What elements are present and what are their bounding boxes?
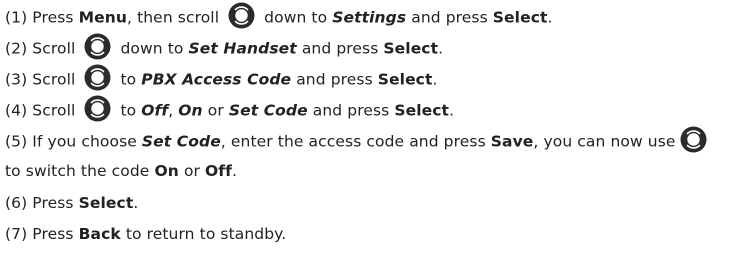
key-select: Select: [383, 39, 439, 58]
punctuation: ,: [168, 101, 174, 120]
step-number: (7): [5, 225, 28, 243]
option-set-code: Set Code: [228, 101, 308, 120]
step-text: Press: [32, 194, 74, 212]
scroll-navigation-key-icon: [680, 126, 707, 153]
step-text: Press: [32, 8, 74, 27]
step-4: (4) Scroll to Off, On or Set Code and pr…: [5, 95, 455, 122]
step-1: (1) Press Menu, then scroll down to Sett…: [5, 2, 553, 29]
key-select: Select: [492, 8, 548, 27]
step-number: (5): [5, 132, 28, 151]
step-2: (2) Scroll down to Set Handset and press…: [5, 33, 444, 60]
step-text: , enter the access code and press: [220, 132, 486, 151]
step-text: Press: [32, 225, 74, 243]
step-text: and press: [312, 101, 390, 120]
scroll-navigation-key-icon: [84, 95, 111, 122]
punctuation: .: [449, 101, 455, 120]
key-save: Save: [490, 132, 534, 151]
option-off: Off: [205, 162, 232, 180]
step-3: (3) Scroll to PBX Access Code and press …: [5, 64, 438, 91]
menu-set-handset: Set Handset: [188, 39, 297, 58]
scroll-navigation-key-icon: [84, 64, 111, 91]
punctuation: .: [547, 8, 553, 27]
menu-settings: Settings: [332, 8, 407, 27]
option-set-code: Set Code: [141, 132, 221, 151]
step-text: to: [120, 101, 137, 120]
step-5-continued: to switch the code On or Off.: [5, 161, 237, 181]
menu-pbx-access-code: PBX Access Code: [141, 70, 292, 89]
key-select: Select: [78, 194, 134, 212]
step-text: and press: [296, 70, 373, 89]
instructions-page: (1) Press Menu, then scroll down to Sett…: [0, 0, 735, 275]
step-number: (4): [5, 101, 28, 120]
step-text: , you can now use: [533, 132, 676, 151]
key-menu: Menu: [78, 8, 128, 27]
step-number: (3): [5, 70, 28, 89]
step-text: Scroll: [32, 70, 76, 89]
step-text: , then scroll: [127, 8, 220, 27]
step-text: or: [207, 101, 224, 120]
step-text: and press: [411, 8, 488, 27]
step-text: or: [183, 162, 200, 180]
step-5: (5) If you choose Set Code, enter the ac…: [5, 126, 711, 153]
step-text: down to: [120, 39, 184, 58]
option-on: On: [154, 162, 179, 180]
step-text: to switch the code: [5, 162, 150, 180]
step-number: (2): [5, 39, 28, 58]
punctuation: .: [432, 70, 438, 89]
step-text: Scroll: [32, 39, 76, 58]
punctuation: .: [438, 39, 444, 58]
key-select: Select: [377, 70, 433, 89]
key-back: Back: [78, 225, 121, 243]
step-7: (7) Press Back to return to standby.: [5, 224, 286, 244]
step-text: and press: [301, 39, 379, 58]
step-text: Scroll: [32, 101, 76, 120]
punctuation: .: [133, 194, 139, 212]
step-text: to: [120, 70, 137, 89]
step-6: (6) Press Select.: [5, 193, 138, 213]
key-select: Select: [394, 101, 450, 120]
step-number: (1): [5, 8, 28, 27]
scroll-navigation-key-icon: [84, 33, 111, 60]
step-text: If you choose: [32, 132, 137, 151]
option-off: Off: [141, 101, 169, 120]
step-text: to return to standby.: [125, 225, 287, 243]
step-text: down to: [264, 8, 328, 27]
step-number: (6): [5, 194, 28, 212]
punctuation: .: [232, 162, 238, 180]
scroll-navigation-key-icon: [228, 2, 255, 29]
option-on: On: [178, 101, 203, 120]
